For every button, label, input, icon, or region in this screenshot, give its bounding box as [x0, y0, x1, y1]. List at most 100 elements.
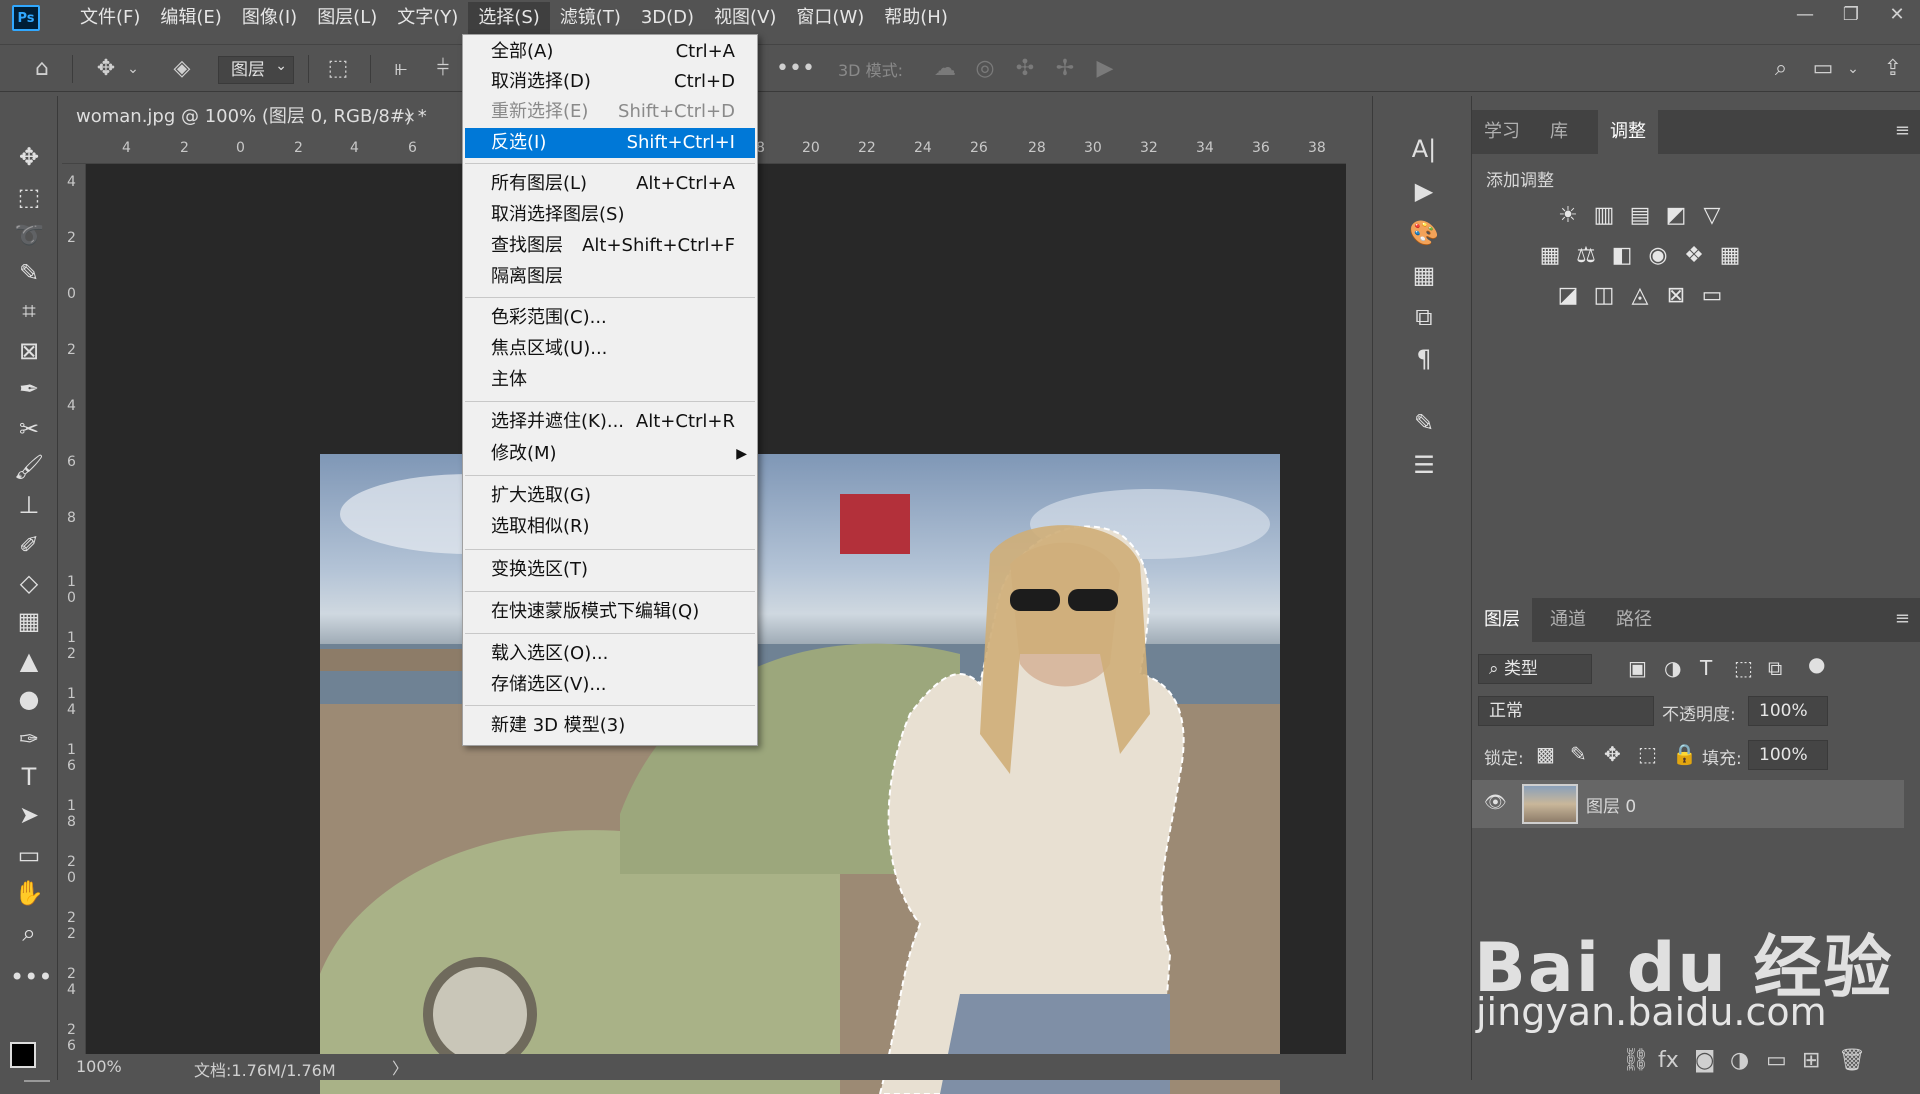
- invert-icon[interactable]: ◪: [1554, 282, 1582, 310]
- opacity-input[interactable]: 100%: [1748, 696, 1828, 726]
- color-balance-icon[interactable]: ⚖: [1572, 242, 1600, 270]
- menu-view[interactable]: 视图(V): [704, 2, 786, 34]
- filter-shape-icon[interactable]: ⬚: [1734, 656, 1753, 680]
- properties-3d-icon[interactable]: ⧉: [1407, 300, 1441, 334]
- lock-position-icon[interactable]: ✥: [1604, 742, 1621, 766]
- curves-icon[interactable]: ▤: [1626, 202, 1654, 230]
- roll-3d-icon[interactable]: ◎: [968, 53, 1002, 85]
- add-mask-icon[interactable]: ◙: [1694, 1048, 1715, 1073]
- status-chevron-icon[interactable]: 〉: [392, 1055, 408, 1079]
- restore-button[interactable]: ❐: [1828, 0, 1874, 30]
- healing-tool-icon[interactable]: ✂: [10, 412, 48, 446]
- photo-filter-icon[interactable]: ◉: [1644, 242, 1672, 270]
- menu-item-save-selection[interactable]: 存储选区(V)...: [465, 670, 755, 700]
- lasso-tool-icon[interactable]: ➰: [10, 218, 48, 252]
- visibility-eye-icon[interactable]: 👁: [1484, 792, 1507, 813]
- menu-image[interactable]: 图像(I): [232, 2, 307, 34]
- tab-libraries[interactable]: 库: [1538, 110, 1580, 154]
- lock-artboard-icon[interactable]: ⬚: [1638, 742, 1657, 766]
- menu-file[interactable]: 文件(F): [70, 2, 150, 34]
- path-select-tool-icon[interactable]: ➤: [10, 798, 48, 832]
- tab-learn[interactable]: 学习: [1472, 110, 1532, 154]
- paragraph-icon[interactable]: ¶: [1407, 342, 1441, 376]
- delete-layer-icon[interactable]: 🗑: [1838, 1048, 1866, 1073]
- close-tab-icon[interactable]: ×: [403, 98, 416, 136]
- blur-tool-icon[interactable]: ▲: [10, 644, 48, 678]
- menu-window[interactable]: 窗口(W): [786, 2, 874, 34]
- menu-item-new-3d-model[interactable]: 新建 3D 模型(3): [465, 711, 755, 741]
- align-center-icon[interactable]: ⫩: [428, 53, 458, 85]
- zoom-level[interactable]: 100%: [76, 1057, 122, 1076]
- more-options-icon[interactable]: •••: [776, 53, 815, 85]
- menu-item-isolate-layers[interactable]: 隔离图层: [465, 262, 755, 292]
- orbit-3d-icon[interactable]: ☁: [928, 53, 962, 85]
- menu-edit[interactable]: 编辑(E): [150, 2, 231, 34]
- menu-select[interactable]: 选择(S): [468, 2, 550, 34]
- lock-all-icon[interactable]: 🔒: [1672, 742, 1697, 766]
- slide-3d-icon[interactable]: ✢: [1048, 53, 1082, 85]
- menu-item-modify[interactable]: 修改(M) ▶: [465, 439, 755, 469]
- fill-input[interactable]: 100%: [1748, 740, 1828, 770]
- type-tool-icon[interactable]: T: [10, 760, 48, 794]
- brightness-icon[interactable]: ☀: [1554, 202, 1582, 230]
- pen-tool-icon[interactable]: ✑: [10, 722, 48, 756]
- workspace-icon[interactable]: ▭: [1806, 53, 1840, 85]
- new-group-icon[interactable]: ▭: [1766, 1048, 1787, 1073]
- menu-item-color-range[interactable]: 色彩范围(C)...: [465, 303, 755, 333]
- adjust-sliders-icon[interactable]: ☰: [1407, 448, 1441, 482]
- rectangle-tool-icon[interactable]: ▭: [10, 838, 48, 872]
- quick-select-tool-icon[interactable]: ✎: [10, 256, 48, 290]
- menu-item-select-and-mask[interactable]: 选择并遮住(K)... Alt+Ctrl+R: [465, 407, 755, 437]
- menu-type[interactable]: 文字(Y): [387, 2, 468, 34]
- menu-item-inverse[interactable]: 反选(I) Shift+Ctrl+I: [465, 128, 755, 158]
- dodge-tool-icon[interactable]: ●: [10, 682, 48, 716]
- gradient-map-icon[interactable]: ▭: [1698, 282, 1726, 310]
- link-layers-icon[interactable]: ⛓: [1622, 1048, 1650, 1073]
- edit-toolbar-icon[interactable]: •••: [10, 960, 52, 994]
- foreground-color-swatch[interactable]: [10, 1042, 36, 1068]
- tab-channels[interactable]: 通道: [1538, 598, 1598, 642]
- menu-item-load-selection[interactable]: 载入选区(O)...: [465, 639, 755, 669]
- frame-tool-icon[interactable]: ⊠: [10, 334, 48, 368]
- minimize-button[interactable]: —: [1782, 0, 1828, 30]
- filter-smart-object-icon[interactable]: ⧉: [1768, 656, 1782, 680]
- actions-play-icon[interactable]: ▶: [1407, 174, 1441, 208]
- tab-layers[interactable]: 图层: [1472, 598, 1532, 642]
- layers-panel-menu-icon[interactable]: ≡: [1895, 608, 1910, 629]
- threshold-icon[interactable]: ◬: [1626, 282, 1654, 310]
- lock-transparent-icon[interactable]: ▩: [1536, 742, 1555, 766]
- auto-select-dropdown[interactable]: 图层: [218, 53, 294, 84]
- menu-item-all-layers[interactable]: 所有图层(L) Alt+Ctrl+A: [465, 169, 755, 199]
- crop-tool-icon[interactable]: ⌗: [10, 294, 48, 328]
- blend-mode-dropdown[interactable]: 正常: [1478, 696, 1654, 726]
- menu-item-subject[interactable]: 主体: [465, 365, 755, 395]
- menu-item-grow[interactable]: 扩大选取(G): [465, 481, 755, 511]
- color-palette-icon[interactable]: 🎨: [1407, 216, 1441, 250]
- eraser-tool-icon[interactable]: ◇: [10, 566, 48, 600]
- menu-item-select-all[interactable]: 全部(A) Ctrl+A: [465, 37, 755, 67]
- chevron-down-icon[interactable]: ⌄: [124, 53, 142, 85]
- new-layer-icon[interactable]: ⊞: [1802, 1048, 1820, 1073]
- eyedropper-tool-icon[interactable]: ✒: [10, 372, 48, 406]
- panel-menu-icon[interactable]: ≡: [1895, 120, 1910, 141]
- menu-item-similar[interactable]: 选取相似(R): [465, 512, 755, 542]
- tab-adjustments[interactable]: 调整: [1598, 110, 1658, 154]
- vibrance-icon[interactable]: ▽: [1698, 202, 1726, 230]
- close-window-button[interactable]: ✕: [1874, 0, 1920, 30]
- menu-item-find-layers[interactable]: 查找图层 Alt+Shift+Ctrl+F: [465, 231, 755, 261]
- new-adjustment-icon[interactable]: ◑: [1730, 1048, 1749, 1073]
- menu-filter[interactable]: 滤镜(T): [550, 2, 631, 34]
- menu-layer[interactable]: 图层(L): [307, 2, 387, 34]
- menu-item-focus-area[interactable]: 焦点区域(U)...: [465, 334, 755, 364]
- lock-pixels-icon[interactable]: ✎: [1570, 742, 1587, 766]
- color-lookup-icon[interactable]: ▦: [1716, 242, 1744, 270]
- zoom-tool-icon[interactable]: ⌕: [10, 916, 48, 950]
- selective-color-icon[interactable]: ⊠: [1662, 282, 1690, 310]
- marquee-tool-icon[interactable]: ⬚: [10, 180, 48, 214]
- workspace-chevron-icon[interactable]: ⌄: [1844, 53, 1862, 85]
- menu-item-quick-mask[interactable]: 在快速蒙版模式下编辑(Q): [465, 597, 755, 627]
- align-left-icon[interactable]: ⫦: [386, 53, 416, 85]
- character-icon[interactable]: A|: [1407, 132, 1441, 166]
- layer-row[interactable]: 👁 图层 0: [1472, 780, 1904, 828]
- layer-filter-dropdown[interactable]: ⌕ 类型: [1478, 654, 1592, 684]
